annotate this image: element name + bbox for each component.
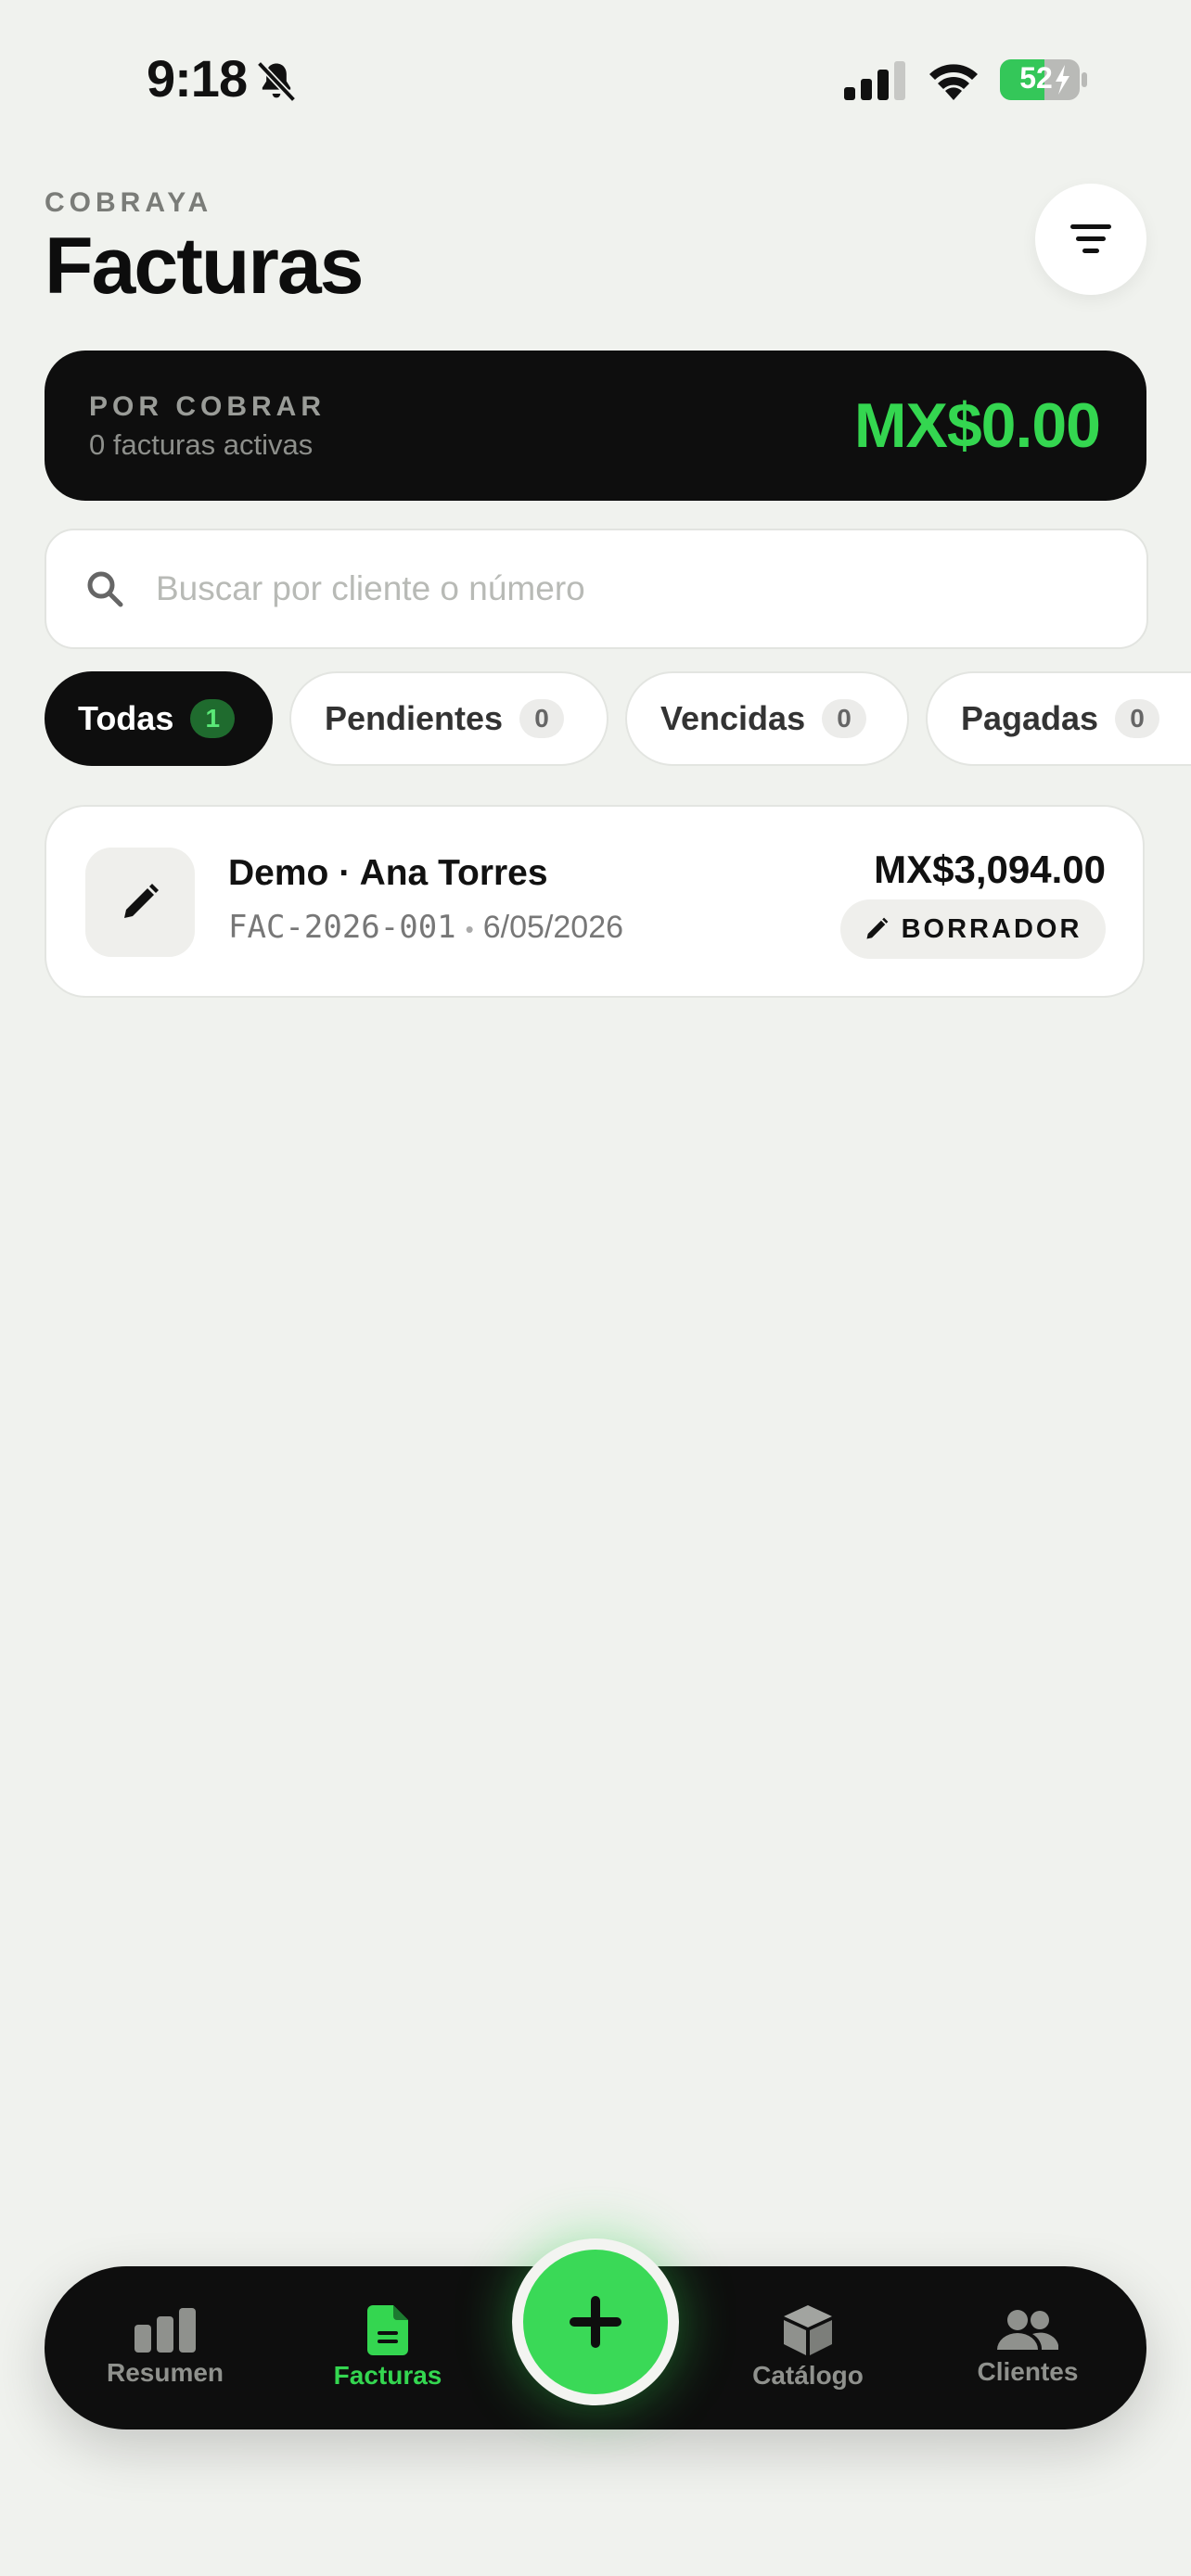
bar-chart-icon [134, 2308, 196, 2353]
tab-resumen[interactable]: Resumen [82, 2266, 249, 2429]
search-bar [45, 529, 1148, 649]
tab-clientes[interactable]: Clientes [944, 2266, 1111, 2429]
summary-amount: MX$0.00 [853, 390, 1101, 461]
pencil-icon [124, 884, 159, 918]
box-icon [784, 2305, 832, 2355]
filter-chip-count: 1 [190, 699, 236, 738]
plus-icon [570, 2296, 621, 2348]
filter-chip-vencidas[interactable]: Vencidas 0 [625, 671, 909, 766]
status-badge-label: BORRADOR [901, 913, 1082, 944]
wifi-icon [929, 64, 978, 100]
filter-menu-button[interactable] [1035, 184, 1146, 295]
status-badge: BORRADOR [840, 899, 1106, 959]
filter-chip-pagadas[interactable]: Pagadas 0 [926, 671, 1191, 766]
status-time: 9:18 [147, 49, 248, 108]
filter-chip-label: Vencidas [660, 699, 806, 737]
filter-chip-pendientes[interactable]: Pendientes 0 [289, 671, 608, 766]
invoice-amount: MX$3,094.00 [874, 848, 1106, 891]
tab-label: Catálogo [752, 2361, 864, 2390]
search-icon [87, 571, 123, 607]
invoice-row[interactable]: Demo · Ana Torres FAC-2026-001 • 6/05/2026… [45, 805, 1145, 998]
summary-label: POR COBRAR [89, 391, 327, 422]
meta-separator: • [465, 915, 474, 943]
filter-chip-label: Pagadas [961, 699, 1099, 737]
invoice-date: 6/05/2026 [482, 910, 624, 945]
brand-label: COBRAYA [45, 187, 213, 218]
new-invoice-button[interactable] [512, 2238, 679, 2405]
filter-lines-icon [1070, 224, 1111, 253]
filter-chip-label: Todas [78, 699, 174, 737]
filter-chip-count: 0 [519, 699, 565, 738]
page-title: Facturas [45, 222, 364, 311]
fab-circle [523, 2250, 668, 2394]
bell-muted-icon [256, 60, 297, 103]
invoice-client-name: Demo · Ana Torres [228, 853, 548, 893]
tab-label: Resumen [106, 2358, 224, 2387]
battery-level: 52 [1019, 61, 1053, 95]
invoice-meta: FAC-2026-001 • 6/05/2026 [228, 909, 623, 946]
filter-chip-label: Pendientes [325, 699, 504, 737]
users-icon [997, 2310, 1058, 2350]
receivables-summary-card: POR COBRAR 0 facturas activas MX$0.00 [45, 351, 1146, 501]
tab-label: Facturas [333, 2361, 442, 2390]
tab-label: Clientes [977, 2357, 1079, 2386]
filter-chip-count: 0 [1115, 699, 1160, 738]
cell-signal-icon [844, 61, 905, 100]
tab-catalogo[interactable]: Catálogo [720, 2266, 896, 2429]
battery-indicator: 52 [1000, 59, 1089, 100]
search-input[interactable] [154, 560, 1085, 618]
invoice-status-icon [85, 848, 195, 957]
document-icon [367, 2305, 408, 2355]
filter-chip-count: 0 [822, 699, 867, 738]
filter-chip-todas[interactable]: Todas 1 [45, 671, 273, 766]
invoice-number: FAC-2026-001 [228, 909, 456, 946]
summary-subtitle: 0 facturas activas [89, 428, 314, 461]
pencil-icon [866, 917, 888, 939]
tab-facturas[interactable]: Facturas [304, 2266, 471, 2429]
